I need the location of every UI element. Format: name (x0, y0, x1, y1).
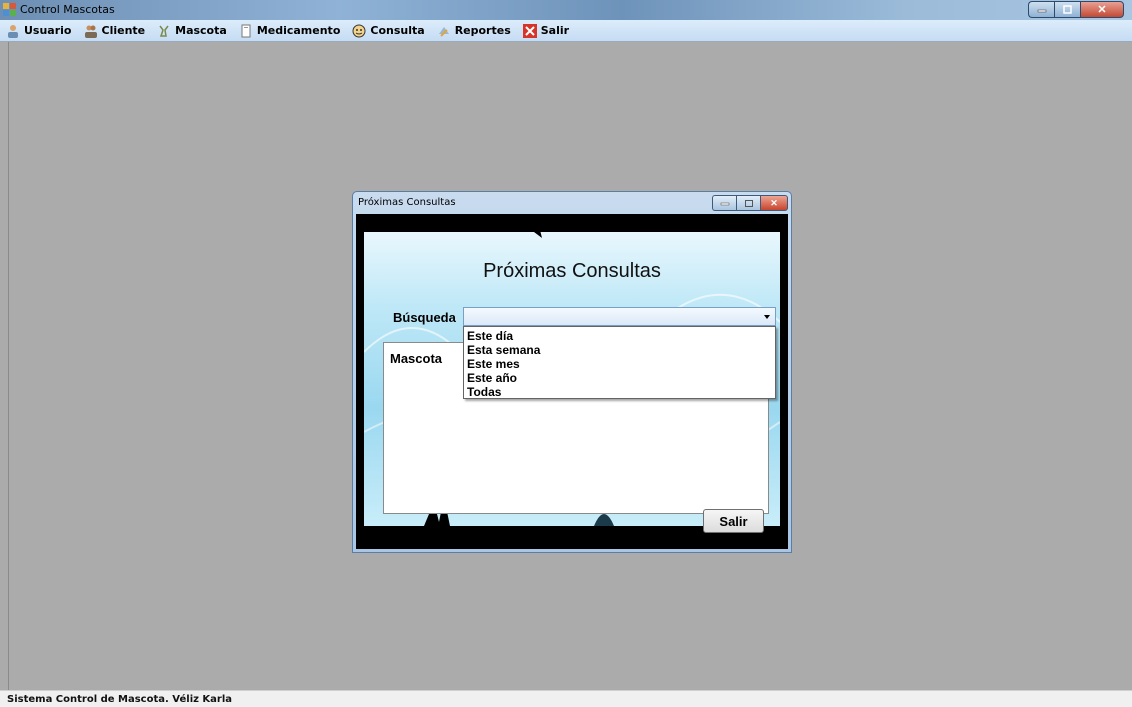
dropdown-option[interactable]: Este año (467, 371, 517, 385)
status-bar: Sistema Control de Mascota. Véliz Karla (0, 690, 1132, 707)
main-title-bar: Control Mascotas ✕ (0, 0, 1132, 20)
salir-button[interactable]: Salir (703, 509, 764, 533)
search-combobox[interactable] (463, 307, 776, 326)
maximize-button[interactable] (1054, 1, 1080, 18)
user-icon (8, 24, 18, 38)
dropdown-option[interactable]: Esta semana (467, 343, 540, 357)
consult-icon (352, 24, 366, 37)
menu-reportes[interactable]: Reportes (431, 20, 517, 41)
close-icon: ✕ (770, 197, 778, 208)
dialog-title: Próximas Consultas (358, 197, 456, 208)
menu-salir-label: Salir (540, 24, 570, 37)
medicine-icon (241, 24, 251, 37)
dialog-maximize-button[interactable] (736, 195, 760, 211)
menu-mascota[interactable]: Mascota (151, 20, 233, 41)
menu-medicamento[interactable]: Medicamento (233, 20, 347, 41)
form-panel: Próximas Consultas Búsqueda Mascota Este… (364, 232, 780, 526)
exit-icon (522, 23, 537, 38)
pet-icon (159, 25, 169, 37)
window-title: Control Mascotas (20, 3, 115, 16)
dialog-client-area: Próximas Consultas Búsqueda Mascota Este… (356, 214, 788, 549)
menu-cliente[interactable]: Cliente (78, 20, 152, 41)
dropdown-option[interactable]: Este día (467, 329, 513, 343)
dialog-window-controls: ✕ (712, 195, 788, 211)
search-dropdown-list: Este día Esta semana Este mes Este año T… (463, 326, 776, 399)
clients-icon (84, 25, 97, 38)
window-controls: ✕ (1028, 1, 1124, 18)
menu-usuario[interactable]: Usuario (0, 20, 78, 41)
status-text: Sistema Control de Mascota. Véliz Karla (7, 694, 233, 705)
chevron-down-icon (764, 315, 770, 319)
minimize-icon (1037, 9, 1046, 12)
menu-mascota-label: Mascota (175, 24, 227, 37)
grid-column-header-mascota: Mascota (390, 351, 443, 366)
menu-consulta[interactable]: Consulta (346, 20, 430, 41)
close-button[interactable]: ✕ (1080, 1, 1124, 18)
menu-consulta-label: Consulta (370, 24, 425, 37)
menu-medicamento-label: Medicamento (256, 24, 341, 37)
menu-usuario-label: Usuario (24, 24, 72, 37)
maximize-icon (744, 199, 753, 207)
reports-icon (438, 26, 449, 37)
search-label: Búsqueda (393, 310, 456, 325)
menu-salir[interactable]: Salir (517, 20, 575, 41)
dialog-close-button[interactable]: ✕ (760, 195, 788, 211)
minimize-icon (720, 202, 729, 206)
dropdown-option[interactable]: Este mes (467, 357, 520, 371)
form-heading: Próximas Consultas (483, 260, 661, 282)
restore-icon (1062, 5, 1072, 14)
dialog-minimize-button[interactable] (712, 195, 736, 211)
app-icon (3, 3, 16, 16)
proximas-consultas-window: Próximas Consultas ✕ Próximas Consultas … (352, 191, 792, 553)
minimize-button[interactable] (1028, 1, 1054, 18)
menu-cliente-label: Cliente (101, 24, 146, 37)
menu-reportes-label: Reportes (454, 24, 511, 37)
menu-bar: Usuario Cliente Mascota Medicamento Cons… (0, 20, 1132, 42)
dropdown-option[interactable]: Todas (467, 385, 501, 399)
close-icon: ✕ (1097, 4, 1107, 16)
